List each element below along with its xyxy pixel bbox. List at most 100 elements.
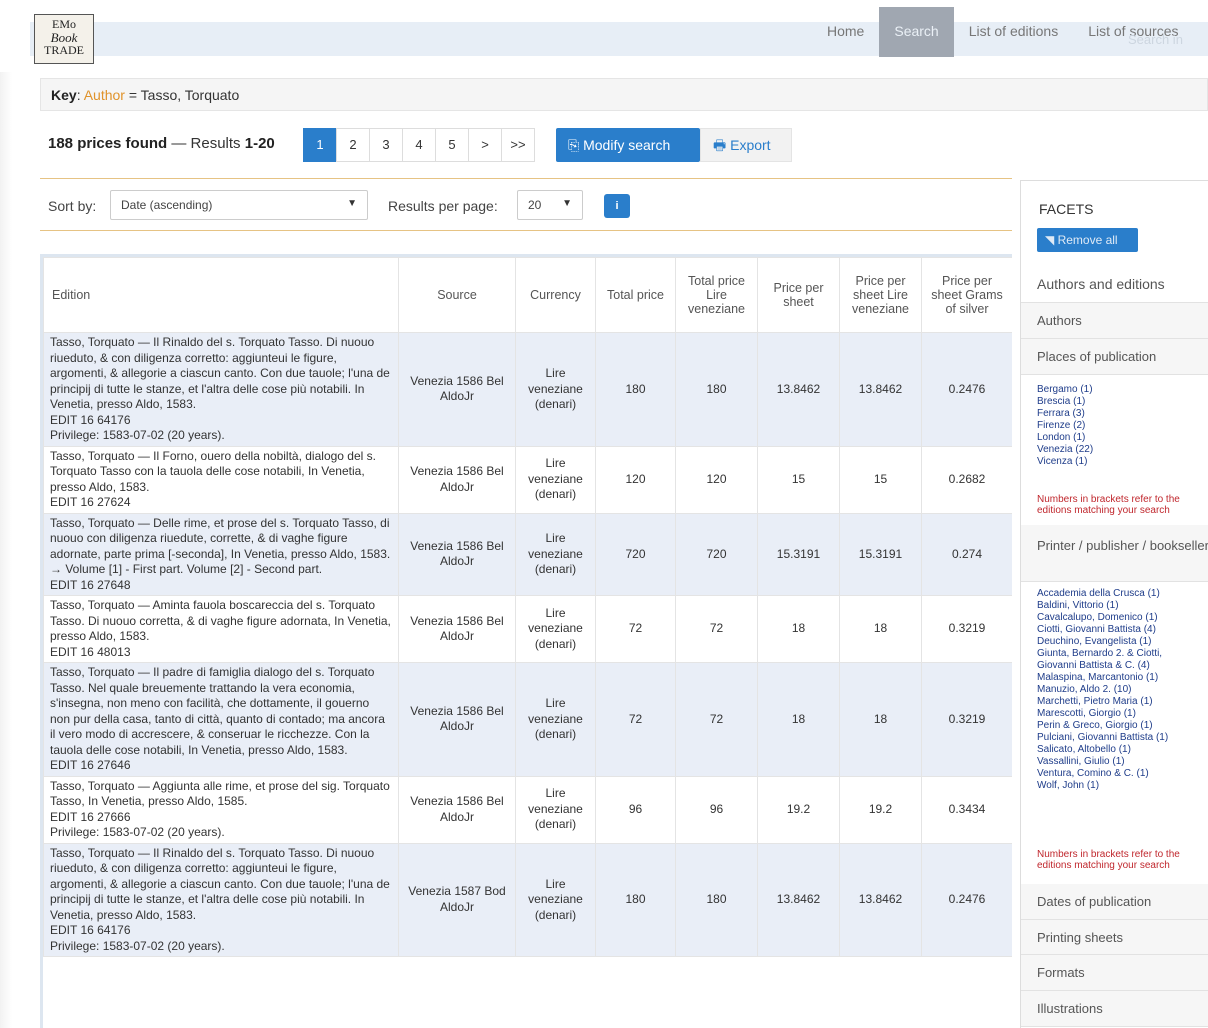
facet-printer-item[interactable]: Perin & Greco, Giorgio (1) [1037,720,1207,732]
facet-printer-item[interactable]: Manuzio, Aldo 2. (10) [1037,684,1207,696]
printer-note: Numbers in brackets refer to the edition… [1037,849,1180,871]
cell-source[interactable]: Venezia 1586 Bel AldoJr [398,512,516,596]
edition-privilege: Privilege: 1583-07-02 (20 years). [50,938,225,953]
edition-title[interactable]: Tasso, Torquato — Aggiunta alle rime, et… [50,779,392,810]
page-2[interactable]: 2 [336,128,370,162]
facet-dates[interactable]: Dates of publication [1021,884,1208,920]
page-3[interactable]: 3 [369,128,403,162]
cell-pps: 15 [757,445,840,514]
col-price-per-sheet-silver[interactable]: Price per sheet Grams of silver [921,257,1012,333]
page-last[interactable]: >> [501,128,535,162]
modify-search-button[interactable]: ⎘ Modify search [556,128,700,162]
facet-printer-item[interactable]: Accademia della Crusca (1) [1037,588,1207,600]
facet-place-item[interactable]: Venezia (22) [1037,444,1207,456]
facet-printer-item[interactable]: Baldini, Vittorio (1) [1037,600,1207,612]
cell-pps: 13.8462 [757,842,840,957]
cell-currency: Lire veneziane (denari) [515,662,596,777]
nav-search[interactable]: Search [879,7,954,57]
facet-printer-item[interactable]: Pulciani, Giovanni Battista (1) [1037,732,1207,744]
col-total-price-lv[interactable]: Total price Lire veneziane [675,257,758,333]
printer-list: Accademia della Crusca (1) Baldini, Vitto… [1037,588,1207,792]
facet-printer-item[interactable]: Marescotti, Giorgio (1) [1037,708,1207,720]
cell-pps: 18 [757,595,840,663]
cell-source[interactable]: Venezia 1587 Bod AldoJr [398,842,516,957]
facet-place-item[interactable]: Bergamo (1) [1037,384,1207,396]
nav-home[interactable]: Home [812,7,879,57]
edition-edit: EDIT 16 64176 [50,923,131,937]
logo-line-3: TRADE [44,43,84,57]
page-4[interactable]: 4 [402,128,436,162]
col-price-per-sheet-lv[interactable]: Price per sheet Lire veneziane [839,257,922,333]
facet-printer-item[interactable]: Vassallini, Giulio (1) [1037,756,1207,768]
facet-printer-item[interactable]: Cavalcalupo, Domenico (1) [1037,612,1207,624]
edition-title[interactable]: Tasso, Torquato — Aminta fauola boscarec… [50,598,392,645]
cell-pps-lv: 13.8462 [839,332,922,447]
cell-source[interactable]: Venezia 1586 Bel AldoJr [398,332,516,447]
export-button[interactable]: 🖶 Export [700,128,792,162]
cell-source[interactable]: Venezia 1586 Bel AldoJr [398,662,516,777]
facet-authors-editions[interactable]: Authors and editions [1021,265,1208,303]
facet-printer-item[interactable]: Deuchino, Evangelista (1) [1037,636,1207,648]
facet-authors[interactable]: Authors [1021,303,1208,339]
col-edition[interactable]: Edition [43,257,399,333]
site-logo[interactable]: EMo Book TRADE [34,14,94,64]
cell-source[interactable]: Venezia 1586 Bel AldoJr [398,595,516,663]
divider-bottom [40,230,1012,231]
facet-printer-item[interactable]: Ventura, Comino & C. (1) [1037,768,1207,780]
facet-printer-item[interactable]: Giunta, Bernardo 2. & Ciotti, [1037,648,1207,660]
page-1[interactable]: 1 [303,128,337,162]
cell-source[interactable]: Venezia 1586 Bel AldoJr [398,445,516,514]
pagination: 1 2 3 4 5 > >> [303,128,535,162]
places-list: Bergamo (1) Brescia (1) Ferrara (3) Firenze… [1037,384,1207,468]
edition-title[interactable]: Tasso, Torquato — Il Rinaldo del s. Torq… [50,335,392,413]
sort-select[interactable]: Date (ascending) ▼ [110,190,368,220]
facet-place-item[interactable]: Ferrara (3) [1037,408,1207,420]
facet-place-item[interactable]: London (1) [1037,432,1207,444]
results-per-page-select[interactable]: 20 ▼ [517,190,583,220]
facet-printer-item[interactable]: Giovanni Battista & C. (4) [1037,660,1207,672]
cell-total: 96 [595,775,676,844]
facet-illustrations[interactable]: Illustrations [1021,991,1208,1027]
cell-pps-lv: 19.2 [839,775,922,844]
col-price-per-sheet[interactable]: Price per sheet [757,257,840,333]
cell-currency: Lire veneziane (denari) [515,595,596,663]
facet-printing-sheets[interactable]: Printing sheets [1021,920,1208,955]
nav-list-of-editions[interactable]: List of editions [954,7,1074,57]
table-row: Tasso, Torquato — Aggiunta alle rime, et… [43,775,1012,844]
facet-printer-item[interactable]: Ciotti, Giovanni Battista (4) [1037,624,1207,636]
cell-source[interactable]: Venezia 1586 Bel AldoJr [398,775,516,844]
left-shadow [0,72,12,1028]
facet-printer[interactable]: Printer / publisher / bookseller [1021,525,1208,582]
export-label: Export [730,137,771,153]
table-row: Tasso, Torquato — Il Forno, ouero della … [43,445,1012,514]
chevron-down-icon: ▼ [347,198,357,209]
edition-title[interactable]: Tasso, Torquato — Delle rime, et prose d… [50,516,392,578]
edition-title[interactable]: Tasso, Torquato — Il Forno, ouero della … [50,449,392,496]
col-currency[interactable]: Currency [515,257,596,333]
cell-pps-silver: 0.3434 [921,775,1012,844]
facet-place-item[interactable]: Firenze (2) [1037,420,1207,432]
page-next[interactable]: > [468,128,502,162]
col-total-price[interactable]: Total price [595,257,676,333]
remove-all-button[interactable]: ◥ Remove all [1037,228,1138,252]
key-field[interactable]: Author [84,87,125,103]
cell-pps-silver: 0.3219 [921,595,1012,663]
facet-place-item[interactable]: Vicenza (1) [1037,456,1207,468]
edition-title[interactable]: Tasso, Torquato — Il padre di famiglia d… [50,665,392,758]
key-value: = Tasso, Torquato [124,87,240,103]
cell-total-lv: 72 [675,662,758,777]
facet-printer-item[interactable]: Salicato, Altobello (1) [1037,744,1207,756]
facet-formats[interactable]: Formats [1021,955,1208,991]
cell-total: 72 [595,662,676,777]
page-5[interactable]: 5 [435,128,469,162]
facet-places[interactable]: Places of publication [1021,339,1208,375]
col-source[interactable]: Source [398,257,516,333]
facet-printer-item[interactable]: Wolf, John (1) [1037,780,1207,792]
facet-printer-item[interactable]: Marchetti, Pietro Maria (1) [1037,696,1207,708]
facet-printer-item[interactable]: Malaspina, Marcantonio (1) [1037,672,1207,684]
info-button[interactable]: i [604,194,630,218]
cell-total: 120 [595,445,676,514]
edition-title[interactable]: Tasso, Torquato — Il Rinaldo del s. Torq… [50,846,392,924]
facet-place-item[interactable]: Brescia (1) [1037,396,1207,408]
edition-privilege: Privilege: 1583-07-02 (20 years). [50,825,225,839]
